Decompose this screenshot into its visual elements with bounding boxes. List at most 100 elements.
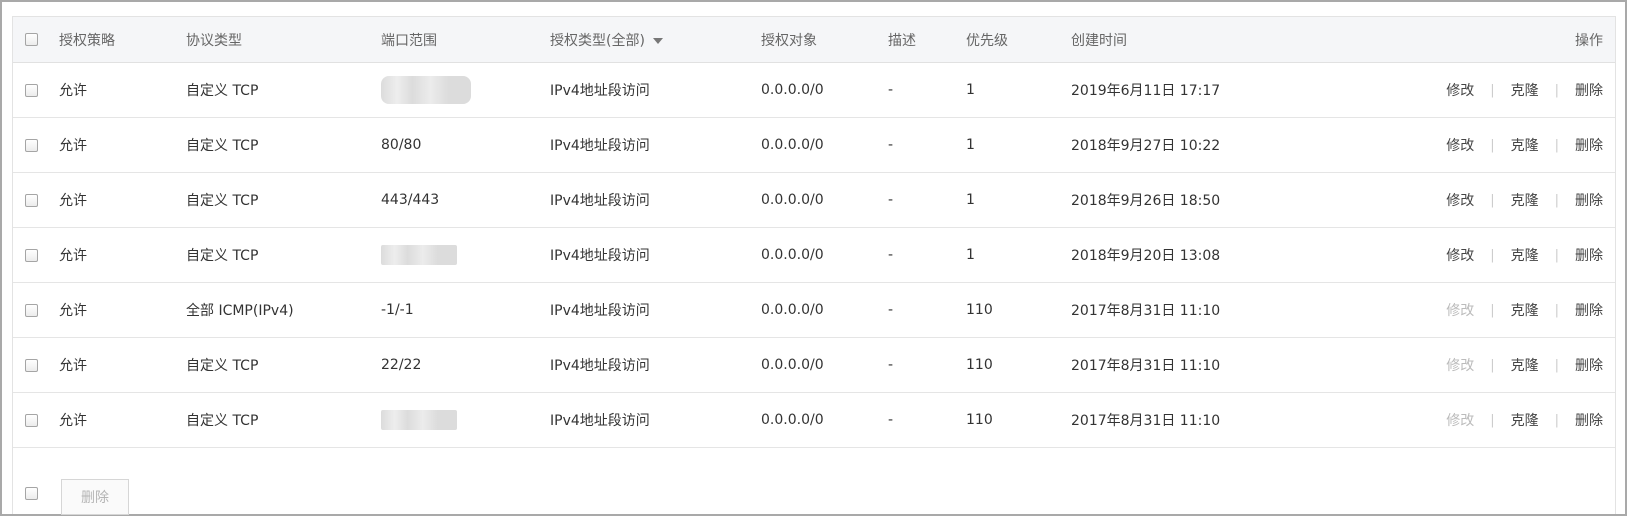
cell-port: -1/-1 [381, 302, 414, 318]
action-separator: | [1490, 82, 1495, 98]
row-checkbox[interactable] [25, 303, 38, 317]
row-actions: 修改 | 克隆 | 删除 [1446, 118, 1603, 172]
table-footer: 删除 [13, 463, 1615, 515]
delete-link[interactable]: 删除 [1575, 190, 1603, 210]
cell-protocol: 全部 ICMP(IPv4) [186, 303, 294, 319]
row-actions: 修改 | 克隆 | 删除 [1446, 338, 1603, 392]
clone-link[interactable]: 克隆 [1511, 135, 1539, 155]
cell-priority: 1 [966, 82, 975, 98]
action-separator: | [1554, 192, 1559, 208]
delete-link[interactable]: 删除 [1575, 410, 1603, 430]
clone-link[interactable]: 克隆 [1511, 300, 1539, 320]
batch-delete-button[interactable]: 删除 [61, 479, 129, 515]
cell-protocol: 自定义 TCP [186, 248, 259, 264]
cell-auth-type: IPv4地址段访问 [550, 83, 650, 99]
cell-policy: 允许 [59, 413, 87, 429]
cell-target: 0.0.0.0/0 [761, 192, 824, 208]
cell-description: - [888, 192, 894, 208]
clone-link[interactable]: 克隆 [1511, 190, 1539, 210]
cell-target: 0.0.0.0/0 [761, 137, 824, 153]
column-header-actions: 操作 [1575, 32, 1603, 49]
auth-type-filter[interactable]: 授权类型(全部) [550, 17, 663, 62]
clone-link[interactable]: 克隆 [1511, 355, 1539, 375]
cell-priority: 110 [966, 302, 993, 318]
row-actions: 修改 | 克隆 | 删除 [1446, 283, 1603, 337]
clone-link[interactable]: 克隆 [1511, 410, 1539, 430]
action-separator: | [1554, 82, 1559, 98]
cell-description: - [888, 82, 894, 98]
edit-link: 修改 [1446, 303, 1475, 319]
row-checkbox[interactable] [25, 83, 38, 97]
table-row: 允许 自定义 TCP IPv4地址段访问 0.0.0.0/0 - 1 2019年… [13, 63, 1615, 118]
cell-description: - [888, 357, 894, 373]
cell-target: 0.0.0.0/0 [761, 247, 824, 263]
redacted-port-range [381, 76, 471, 104]
cell-created-time: 2017年8月31日 11:10 [1071, 413, 1221, 429]
table-row: 允许 全部 ICMP(IPv4) -1/-1 IPv4地址段访问 0.0.0.0… [13, 283, 1615, 338]
action-separator: | [1490, 137, 1495, 153]
cell-port: 22/22 [381, 357, 422, 373]
cell-port-range: -1/-1 [381, 283, 414, 337]
security-group-rules-table: 授权策略 协议类型 端口范围 授权类型(全部) 授权对象 描述 优先级 创建时间… [12, 16, 1616, 515]
cell-protocol: 自定义 TCP [186, 138, 259, 154]
action-separator: | [1554, 357, 1559, 373]
cell-protocol: 自定义 TCP [186, 358, 259, 374]
column-header-policy: 授权策略 [59, 32, 115, 49]
delete-link[interactable]: 删除 [1575, 300, 1603, 320]
action-separator: | [1554, 247, 1559, 263]
edit-link: 修改 [1446, 413, 1475, 429]
row-checkbox[interactable] [25, 193, 38, 207]
cell-port-range: 80/80 [381, 118, 421, 172]
delete-link[interactable]: 删除 [1575, 80, 1603, 100]
cell-auth-type: IPv4地址段访问 [550, 358, 650, 374]
cell-policy: 允许 [59, 248, 87, 264]
cell-protocol: 自定义 TCP [186, 413, 259, 429]
cell-description: - [888, 137, 894, 153]
table-row: 允许 自定义 TCP 443/443 IPv4地址段访问 0.0.0.0/0 -… [13, 173, 1615, 228]
action-separator: | [1490, 412, 1495, 428]
cell-port: 80/80 [381, 137, 422, 153]
column-header-auth-type: 授权类型(全部) [550, 32, 645, 49]
edit-link[interactable]: 修改 [1446, 190, 1474, 210]
column-header-description: 描述 [888, 32, 916, 49]
cell-policy: 允许 [59, 138, 87, 154]
edit-link[interactable]: 修改 [1446, 245, 1474, 265]
clone-link[interactable]: 克隆 [1511, 245, 1539, 265]
cell-created-time: 2018年9月27日 10:22 [1071, 138, 1221, 154]
delete-link[interactable]: 删除 [1575, 135, 1603, 155]
row-actions: 修改 | 克隆 | 删除 [1446, 228, 1603, 282]
cell-created-time: 2018年9月26日 18:50 [1071, 193, 1221, 209]
clone-link[interactable]: 克隆 [1511, 80, 1539, 100]
cell-port: 443/443 [381, 192, 440, 208]
cell-policy: 允许 [59, 193, 87, 209]
column-header-priority: 优先级 [966, 32, 1008, 49]
row-actions: 修改 | 克隆 | 删除 [1446, 393, 1603, 447]
row-checkbox[interactable] [25, 413, 38, 427]
cell-port-range [381, 228, 457, 282]
edit-link[interactable]: 修改 [1446, 80, 1474, 100]
select-all-checkbox[interactable] [25, 33, 38, 46]
delete-link[interactable]: 删除 [1575, 355, 1603, 375]
cell-created-time: 2017年8月31日 11:10 [1071, 303, 1221, 319]
row-checkbox[interactable] [25, 138, 38, 152]
cell-target: 0.0.0.0/0 [761, 82, 824, 98]
cell-target: 0.0.0.0/0 [761, 357, 824, 373]
edit-link: 修改 [1446, 358, 1475, 374]
row-checkbox[interactable] [25, 248, 38, 262]
edit-link[interactable]: 修改 [1446, 135, 1474, 155]
footer-select-all-checkbox[interactable] [25, 487, 38, 500]
column-header-created-time: 创建时间 [1071, 32, 1127, 49]
cell-target: 0.0.0.0/0 [761, 302, 824, 318]
table-row: 允许 自定义 TCP IPv4地址段访问 0.0.0.0/0 - 1 2018年… [13, 228, 1615, 283]
table-row: 允许 自定义 TCP IPv4地址段访问 0.0.0.0/0 - 110 201… [13, 393, 1615, 448]
cell-port-range [381, 63, 471, 117]
row-checkbox[interactable] [25, 358, 38, 372]
cell-policy: 允许 [59, 358, 87, 374]
cell-port-range: 443/443 [381, 173, 439, 227]
delete-link[interactable]: 删除 [1575, 245, 1603, 265]
cell-policy: 允许 [59, 83, 87, 99]
table-row: 允许 自定义 TCP 22/22 IPv4地址段访问 0.0.0.0/0 - 1… [13, 338, 1615, 393]
table-header: 授权策略 协议类型 端口范围 授权类型(全部) 授权对象 描述 优先级 创建时间… [13, 17, 1615, 63]
cell-created-time: 2018年9月20日 13:08 [1071, 248, 1221, 264]
action-separator: | [1490, 192, 1495, 208]
